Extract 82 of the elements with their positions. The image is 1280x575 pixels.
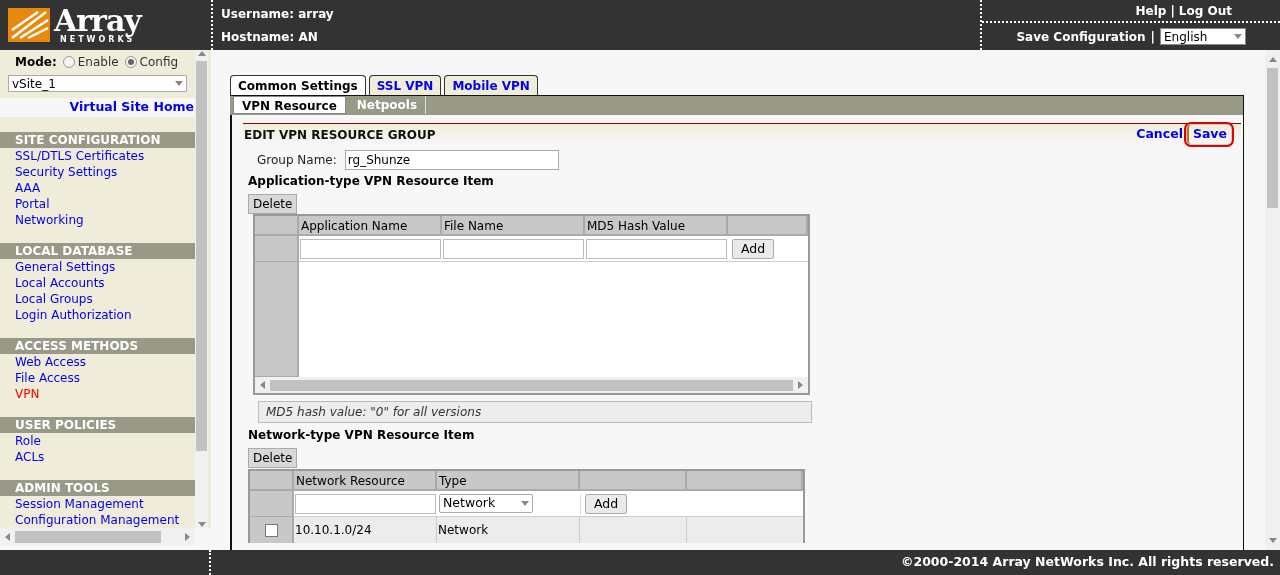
language-select[interactable]: English — [1160, 28, 1246, 45]
sidebar-link[interactable]: Role — [0, 433, 195, 449]
type-select[interactable]: Network — [439, 494, 533, 513]
sidebar-link[interactable]: Login Authorization — [0, 307, 195, 323]
section-title: Application-type VPN Resource Item — [247, 173, 495, 190]
hostname-label: Hostname: AN — [221, 28, 319, 46]
scrollbar-thumb[interactable] — [15, 530, 161, 543]
row-checkbox[interactable] — [264, 523, 278, 537]
delete-button[interactable]: Delete — [248, 194, 298, 214]
scroll-right-arrow-icon[interactable] — [797, 381, 804, 389]
input-field[interactable] — [443, 238, 584, 259]
subtab[interactable]: VPN Resource — [233, 96, 346, 114]
caret-icon — [175, 80, 183, 88]
delete-button[interactable]: Delete — [248, 448, 298, 468]
sidebar-link[interactable]: Networking — [0, 212, 195, 228]
tab[interactable]: Mobile VPN — [444, 75, 538, 95]
column-header: Application Name — [299, 216, 442, 236]
scrollbar-thumb[interactable] — [1267, 68, 1278, 208]
scroll-right-arrow-icon[interactable] — [184, 532, 191, 541]
input-field[interactable] — [295, 493, 436, 514]
section-header: ACCESS METHODS — [0, 338, 195, 354]
section-header: USER POLICIES — [0, 417, 195, 433]
group-name-label: Group Name: — [257, 152, 337, 169]
table-cell: 10.10.1.0/24 — [294, 517, 437, 543]
column-header — [250, 471, 294, 491]
tab[interactable]: SSL VPN — [368, 75, 442, 95]
sidebar-link[interactable]: Session Management — [0, 496, 195, 512]
column-header: Network Resource — [294, 471, 437, 491]
sidebar-link[interactable]: Web Access — [0, 354, 195, 370]
caret-icon — [1234, 33, 1242, 40]
sidebar-link[interactable]: Security Settings — [0, 164, 195, 180]
section-title: Network-type VPN Resource Item — [247, 427, 476, 444]
scroll-up-arrow-icon[interactable] — [197, 50, 206, 57]
logo-tagline: NETWORKS — [60, 36, 136, 44]
separator: | — [1170, 2, 1175, 20]
scroll-down-arrow-icon[interactable] — [1268, 537, 1277, 544]
copyright-text: ©2000-2014 Array NetWorks Inc. All rights reserved. — [900, 553, 1274, 572]
scroll-up-arrow-icon[interactable] — [1268, 56, 1277, 63]
site-select[interactable]: vSite_1 — [8, 75, 187, 93]
header-link[interactable]: Help — [1135, 1, 1167, 20]
add-button[interactable]: Add — [585, 493, 628, 514]
scroll-left-arrow-icon[interactable] — [4, 532, 11, 541]
input-field[interactable] — [586, 238, 727, 259]
column-header: Type — [437, 471, 580, 491]
scrollbar-thumb[interactable] — [196, 61, 207, 451]
scrollbar-thumb[interactable] — [270, 379, 793, 391]
column-header — [255, 216, 299, 236]
tab[interactable]: Common Settings — [230, 75, 366, 95]
logo-icon — [8, 8, 50, 42]
header-link[interactable]: Log Out — [1178, 1, 1232, 20]
sidebar-link[interactable]: File Access — [0, 370, 195, 386]
save-configuration-link[interactable]: Save Configuration — [1016, 27, 1146, 46]
sidebar-link[interactable]: ACLs — [0, 449, 195, 465]
form-action-link[interactable]: Cancel — [1132, 125, 1187, 144]
form-title: EDIT VPN RESOURCE GROUP — [244, 126, 436, 144]
section-header: ADMIN TOOLS — [0, 480, 195, 496]
hint-note: MD5 hash value: "0" for all versions — [258, 401, 812, 423]
mode-radio[interactable]: Config — [124, 53, 179, 72]
username-label: Username: array — [221, 5, 335, 23]
section-header: SITE CONFIGURATION — [0, 132, 195, 148]
section-header: LOCAL DATABASE — [0, 243, 195, 259]
column-header: File Name — [442, 216, 585, 236]
input-field[interactable] — [300, 238, 441, 259]
sidebar-link[interactable]: AAA — [0, 180, 195, 196]
scroll-down-arrow-icon[interactable] — [197, 521, 206, 528]
sidebar-link[interactable]: General Settings — [0, 259, 195, 275]
group-name-field[interactable]: rg_Shunze — [344, 150, 559, 170]
separator: | — [1150, 28, 1155, 46]
sidebar-link[interactable]: Local Groups — [0, 291, 195, 307]
sidebar-link[interactable]: SSL/DTLS Certificates — [0, 148, 195, 164]
sidebar-link[interactable]: Portal — [0, 196, 195, 212]
mode-label: Mode: — [15, 54, 57, 72]
add-button[interactable]: Add — [732, 238, 775, 259]
logo-wordmark: Array — [54, 6, 141, 36]
scroll-left-arrow-icon[interactable] — [259, 381, 266, 389]
sidebar-link[interactable]: Local Accounts — [0, 275, 195, 291]
caret-icon — [521, 500, 529, 507]
column-header: MD5 Hash Value — [585, 216, 728, 236]
form-action-link[interactable]: Save — [1186, 125, 1231, 144]
mode-radio[interactable]: Enable — [62, 53, 119, 72]
sidebar-link[interactable]: Configuration Management — [0, 512, 195, 528]
table-cell: Network — [437, 517, 580, 543]
